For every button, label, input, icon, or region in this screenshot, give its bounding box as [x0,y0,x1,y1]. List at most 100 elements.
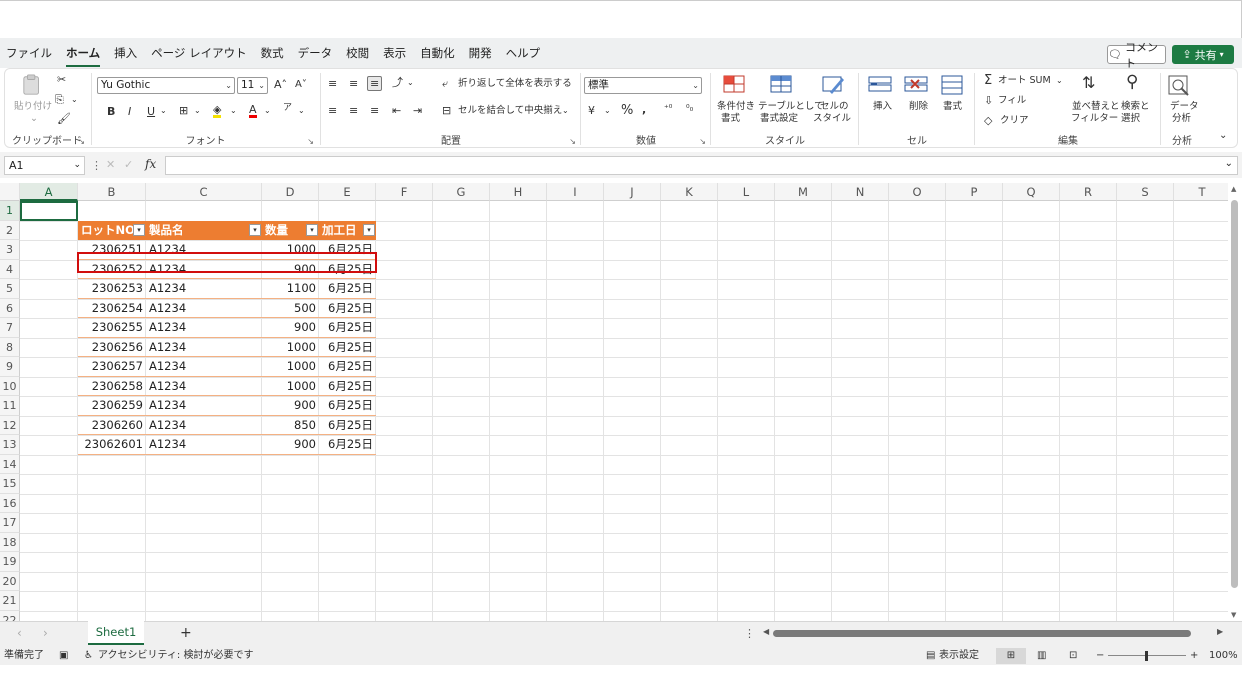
column-header-q[interactable]: Q [1003,183,1060,201]
comma-icon[interactable]: , [642,104,646,115]
table-cell-qty[interactable]: 500 [262,299,319,318]
merge-center-icon[interactable]: ⊟ [442,105,451,116]
tab-developer[interactable]: 開発 [469,41,492,65]
paste-button[interactable]: 貼り付け [14,101,52,113]
table-cell-date[interactable]: 6月25日 [319,396,376,415]
merge-center-button[interactable]: セルを結合して中央揃え [458,105,562,117]
column-header-i[interactable]: I [547,183,604,201]
search-icon[interactable]: ⚲ [1126,74,1138,91]
cut-icon[interactable]: ✂ [57,74,66,85]
table-cell-date[interactable]: 6月25日 [319,338,376,357]
cancel-icon[interactable]: ✕ [106,159,115,170]
paste-icon[interactable] [20,74,46,96]
row-header-6[interactable]: 6 [0,298,20,318]
normal-view-icon[interactable]: ⊞ [996,648,1026,664]
display-settings-icon[interactable]: ▤ [926,647,935,665]
tab-review[interactable]: 校閲 [346,41,369,65]
add-sheet-button[interactable]: + [180,625,192,641]
table-cell-qty[interactable]: 1000 [262,338,319,357]
zoom-slider-thumb[interactable] [1145,651,1148,661]
select-all-corner[interactable] [0,183,20,201]
increase-font-icon[interactable]: A˄ [274,79,287,90]
next-sheet-icon[interactable]: › [43,626,48,640]
table-cell-qty[interactable]: 900 [262,396,319,415]
align-top-icon[interactable]: ≡ [328,78,337,89]
cell-styles-icon[interactable] [820,74,846,96]
column-header-p[interactable]: P [946,183,1003,201]
bold-icon[interactable]: B [107,106,115,117]
page-break-view-icon[interactable]: ⊡ [1069,647,1077,665]
delete-button[interactable]: 削除 [909,101,928,113]
tab-view[interactable]: 表示 [383,41,406,65]
table-cell-qty[interactable]: 850 [262,416,319,435]
tab-formulas[interactable]: 数式 [261,41,284,65]
column-header-c[interactable]: C [146,183,262,201]
row-header-7[interactable]: 7 [0,318,20,338]
wrap-text-button[interactable]: 折り返して全体を表示する [458,78,572,90]
table-cell-qty[interactable]: 900 [262,435,319,454]
table-cell-qty[interactable]: 1100 [262,279,319,298]
row-header-22[interactable]: 22 [0,610,20,621]
dialog-launcher-icon[interactable]: ↘ [307,137,314,146]
dialog-launcher-icon[interactable]: ↘ [78,137,85,146]
scroll-left-icon[interactable]: ◀ [763,627,769,636]
table-cell-qty[interactable]: 1000 [262,377,319,396]
table-cell-qty[interactable]: 900 [262,318,319,337]
table-cell-product[interactable]: A1234 [146,416,262,435]
column-header-f[interactable]: F [376,183,433,201]
function-icon[interactable]: fx [145,158,156,170]
table-cell-lot[interactable]: 23062601 [78,435,146,454]
table-cell-product[interactable]: A1234 [146,435,262,454]
filter-dropdown-icon[interactable]: ▾ [133,224,145,236]
column-header-l[interactable]: L [718,183,775,201]
table-cell-lot[interactable]: 2306253 [78,279,146,298]
table-cell-lot[interactable]: 2306258 [78,377,146,396]
fill-icon[interactable]: ⇩ [984,95,993,106]
table-cell-product[interactable]: A1234 [146,279,262,298]
tab-file[interactable]: ファイル [6,41,52,65]
page-layout-view-icon[interactable]: ▥ [1037,647,1046,665]
find-select-button[interactable]: 検索と [1121,101,1150,113]
sort-filter-button[interactable]: 並べ替えと [1072,101,1120,113]
dialog-launcher-icon[interactable]: ↘ [569,137,576,146]
table-cell-lot[interactable]: 2306259 [78,396,146,415]
comment-button[interactable]: 🗨 コメント [1107,41,1166,70]
column-header-g[interactable]: G [433,183,490,201]
column-header-t[interactable]: T [1174,183,1231,201]
align-right-icon[interactable]: ≡ [370,105,379,116]
format-cells-icon[interactable] [939,74,965,96]
column-header-r[interactable]: R [1060,183,1117,201]
table-cell-product[interactable]: A1234 [146,377,262,396]
table-cell-product[interactable]: A1234 [146,357,262,376]
column-header-n[interactable]: N [832,183,889,201]
italic-icon[interactable]: I [128,106,131,117]
decrease-indent-icon[interactable]: ⇤ [392,105,401,116]
zoom-in-icon[interactable]: + [1190,647,1198,665]
align-bottom-icon[interactable]: ≡ [367,76,383,91]
row-header-20[interactable]: 20 [0,571,20,591]
zoom-level[interactable]: 100% [1209,647,1238,665]
filter-dropdown-icon[interactable]: ▾ [249,224,261,236]
column-header-j[interactable]: J [604,183,661,201]
scroll-up-icon[interactable]: ▲ [1231,185,1236,193]
fill-button[interactable]: フィル [998,95,1026,107]
table-cell-product[interactable]: A1234 [146,318,262,337]
align-left-icon[interactable]: ≡ [328,105,337,116]
clear-button[interactable]: クリア [1000,115,1029,127]
more-icon[interactable]: ⋮ [744,627,755,640]
column-header-s[interactable]: S [1117,183,1174,201]
collapse-ribbon-icon[interactable]: ⌄ [1219,131,1227,141]
table-cell-lot[interactable]: 2306255 [78,318,146,337]
delete-cells-icon[interactable] [903,74,929,96]
table-cell-date[interactable]: 6月25日 [319,299,376,318]
horizontal-scroll-thumb[interactable] [773,630,1191,637]
sum-icon[interactable]: Σ [984,74,992,87]
column-header-h[interactable]: H [490,183,547,201]
table-cell-lot[interactable]: 2306256 [78,338,146,357]
more-icon[interactable]: ⋮ [91,160,102,171]
row-header-1[interactable]: 1 [0,201,20,221]
table-cell-lot[interactable]: 2306260 [78,416,146,435]
vertical-scroll-thumb[interactable] [1231,200,1238,588]
column-header-o[interactable]: O [889,183,946,201]
tab-automate[interactable]: 自動化 [420,41,455,65]
